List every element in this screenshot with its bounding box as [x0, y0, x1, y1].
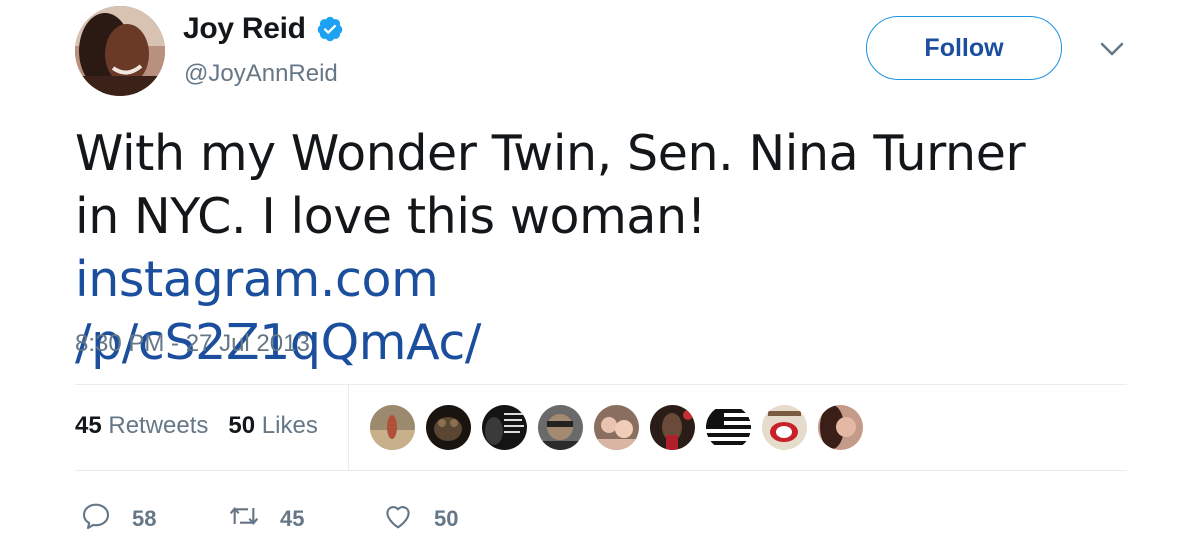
liker-avatar[interactable]	[426, 405, 471, 450]
liker-avatar[interactable]	[538, 405, 583, 450]
retweet-icon	[228, 500, 260, 537]
likers-avatars	[370, 405, 863, 450]
divider	[75, 384, 1127, 385]
tweet-timestamp[interactable]: 8:30 PM - 27 Jul 2013	[75, 330, 310, 358]
author-handle[interactable]: @JoyAnnReid	[184, 60, 338, 88]
reply-icon	[80, 500, 112, 537]
like-count: 50	[434, 505, 459, 531]
author-avatar[interactable]	[75, 6, 165, 96]
liker-avatar[interactable]	[482, 405, 527, 450]
retweets-label: Retweets	[108, 412, 209, 439]
retweet-button[interactable]: 45	[228, 500, 304, 537]
heart-icon	[382, 500, 414, 537]
verified-badge-icon	[316, 15, 344, 43]
liker-avatar[interactable]	[370, 405, 415, 450]
author-name-row: Joy Reid	[183, 12, 344, 46]
retweets-count: 45	[75, 412, 102, 439]
follow-button[interactable]: Follow	[866, 16, 1062, 80]
reply-button[interactable]: 58	[80, 500, 156, 537]
tweet-link-part1[interactable]: instagram.com	[75, 251, 439, 308]
likes-stat[interactable]: 50 Likes	[228, 412, 317, 440]
like-button[interactable]: 50	[382, 500, 458, 537]
retweet-count: 45	[280, 505, 305, 531]
vertical-divider	[348, 385, 349, 470]
divider	[75, 470, 1127, 471]
likes-count: 50	[228, 412, 256, 439]
liker-avatar[interactable]	[594, 405, 639, 450]
tweet-actions: 58 45 50	[80, 500, 600, 536]
likes-label: Likes	[261, 412, 318, 439]
tweet-stats: 45 Retweets 50 Likes	[75, 412, 318, 440]
tweet-body: With my Wonder Twin, Sen. Nina Turner in…	[75, 125, 1026, 245]
liker-avatar[interactable]	[818, 405, 863, 450]
liker-avatar[interactable]	[762, 405, 807, 450]
reply-count: 58	[132, 505, 157, 531]
liker-avatar[interactable]	[706, 405, 751, 450]
author-name[interactable]: Joy Reid	[183, 12, 306, 46]
retweets-stat[interactable]: 45 Retweets	[75, 412, 208, 440]
chevron-down-icon[interactable]	[1099, 40, 1125, 58]
liker-avatar[interactable]	[650, 405, 695, 450]
